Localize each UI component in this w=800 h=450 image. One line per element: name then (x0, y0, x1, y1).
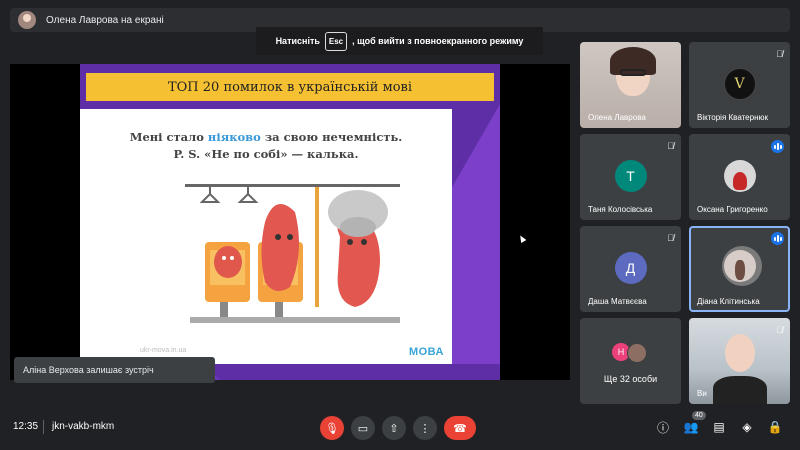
present-screen-icon: ⇧ (389, 422, 399, 435)
slide-text: Мені стало ніяково за свою нечемність. P… (80, 129, 452, 163)
participant-name: Діана Клітинська (697, 297, 760, 306)
more-options-button[interactable]: ⋮ (413, 416, 437, 440)
slide-line-1-end: за свою нечемність. (260, 130, 403, 144)
participant-avatar: Д (614, 252, 647, 284)
activities-button[interactable]: ◈ (738, 418, 756, 436)
participant-avatar (723, 250, 756, 282)
slide-logo: МОВА (408, 346, 444, 358)
participant-avatar (627, 343, 647, 363)
participant-tile[interactable]: Олена Лаврова (580, 42, 681, 128)
speaking-indicator-icon (771, 232, 784, 245)
participant-avatar: V (723, 68, 756, 100)
toast-text: Аліна Верхова залишає зустріч (23, 365, 154, 375)
people-count-badge: 40 (692, 411, 706, 420)
participant-tile[interactable]: Т 🎙̸ Таня Колосівська (580, 134, 681, 220)
fullscreen-hint-suffix: , щоб вийти з повноекранного режиму (352, 36, 524, 46)
mic-off-icon: 🎙̸ (776, 325, 783, 335)
people-button[interactable]: 👥 (682, 418, 700, 436)
chat-button[interactable]: ▤ (710, 418, 728, 436)
slide-line-1: Мені стало ніяково за свою нечемність. (80, 129, 452, 146)
mic-off-icon: 🎙̸ (776, 49, 783, 59)
presenter-avatar (18, 11, 36, 29)
leave-call-button[interactable]: ☎ (444, 416, 476, 440)
mic-off-icon: 🎙̸ (667, 141, 674, 151)
fullscreen-hint: Натисніть Esc , щоб вийти з повноекранно… (256, 27, 543, 55)
participant-tile-active[interactable]: Діана Клітинська (689, 226, 790, 312)
participant-tile[interactable]: Оксана Григоренко (689, 134, 790, 220)
more-participants-label: Ще 32 особи (603, 374, 658, 384)
slide-illustration (185, 184, 400, 323)
camera-toggle-button[interactable]: ▭ (351, 416, 375, 440)
camera-icon: ▭ (357, 422, 369, 435)
clock: 12:35 (13, 421, 39, 432)
activities-icon: ◈ (742, 420, 752, 434)
participant-name: Оксана Григоренко (697, 205, 768, 214)
participant-tile[interactable]: Д 🎙̸ Даша Матвєєва (580, 226, 681, 312)
esc-key: Esc (324, 31, 348, 51)
lock-person-icon: 🔒 (767, 420, 783, 434)
participant-name: Вікторія Кватернюк (697, 113, 768, 122)
more-vert-icon: ⋮ (419, 422, 431, 435)
present-button[interactable]: ⇧ (382, 416, 406, 440)
slide: ТОП 20 помилок в українській мові Мені с… (80, 64, 500, 380)
presentation-stage: ТОП 20 помилок в українській мові Мені с… (10, 64, 570, 380)
divider (43, 420, 44, 434)
presenter-label: Олена Лаврова на екрані (46, 14, 164, 26)
slide-line-1-start: Мені стало (129, 130, 208, 144)
more-participants-tile[interactable]: Н Ще 32 особи (580, 318, 681, 404)
mic-off-icon: 🎙 (325, 422, 339, 435)
slide-highlight-word: ніяково (207, 130, 261, 144)
bottom-toolbar: 12:35 jkn-vakb-mkm 🎙 ▭ ⇧ ⋮ ☎ ⓘ 👥 40 ▤ ◈ … (0, 405, 800, 450)
chat-icon: ▤ (713, 420, 725, 434)
call-end-icon: ☎ (453, 422, 467, 435)
self-view-tile[interactable]: 🎙̸ Ви (689, 318, 790, 404)
mic-off-icon: 🎙̸ (667, 233, 674, 243)
participant-name: Олена Лаврова (588, 113, 646, 122)
participant-avatar (723, 160, 756, 192)
meeting-details-button[interactable]: ⓘ (654, 418, 672, 436)
info-icon: ⓘ (656, 420, 669, 435)
participant-left-toast: Аліна Верхова залишає зустріч (14, 357, 215, 383)
host-controls-button[interactable]: 🔒 (766, 418, 784, 436)
mic-toggle-button[interactable]: 🎙 (320, 416, 344, 440)
meet-window: Олена Лаврова на екрані ТОП 20 помилок в… (0, 0, 800, 450)
meeting-code[interactable]: jkn-vakb-mkm (52, 421, 114, 432)
participant-avatar: Т (614, 160, 647, 192)
participant-name: Ви (697, 389, 707, 398)
speaking-indicator-icon (771, 140, 784, 153)
more-participants-avatars: Н (612, 343, 647, 363)
participant-tile[interactable]: V 🎙̸ Вікторія Кватернюк (689, 42, 790, 128)
slide-title: ТОП 20 помилок в українській мові (167, 79, 413, 95)
fullscreen-hint-prefix: Натисніть (275, 36, 320, 46)
slide-url: ukr-mova.in.ua (140, 347, 187, 354)
slide-line-2: P. S. «Не по собі» — калька. (173, 147, 359, 161)
participant-name: Даша Матвєєва (588, 297, 647, 306)
participant-name: Таня Колосівська (588, 205, 653, 214)
slide-title-bar: ТОП 20 помилок в українській мові (86, 73, 494, 101)
people-icon: 👥 (683, 420, 699, 434)
